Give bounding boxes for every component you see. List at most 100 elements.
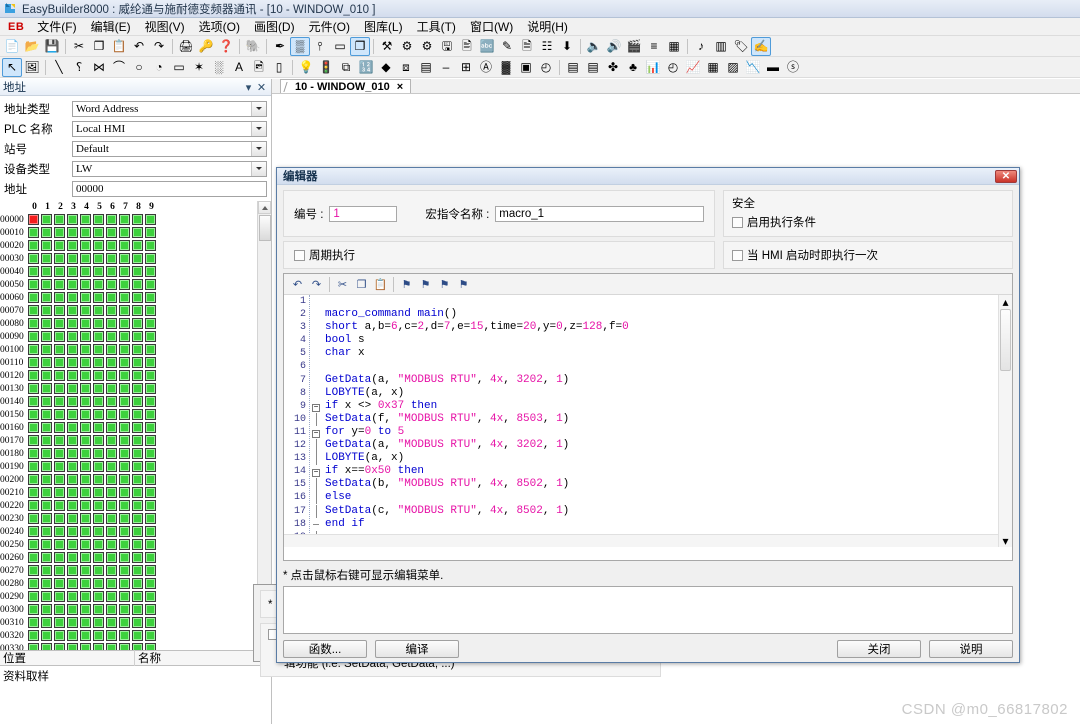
grid-cell[interactable]: [93, 305, 104, 316]
grid-cell[interactable]: [41, 331, 52, 342]
grid-cell[interactable]: [132, 214, 143, 225]
scrollbar-thumb[interactable]: [1000, 309, 1011, 371]
grid-cell[interactable]: [54, 643, 65, 650]
grid-cell[interactable]: [93, 370, 104, 381]
about-icon[interactable]: 🔑: [196, 37, 216, 56]
trend-display-icon[interactable]: 📈: [683, 58, 703, 77]
fold-marker[interactable]: [310, 504, 322, 518]
grid-cell[interactable]: [93, 318, 104, 329]
grid-cell[interactable]: [67, 266, 78, 277]
align-icon[interactable]: ⫯: [310, 37, 330, 56]
grid-cell[interactable]: [93, 253, 104, 264]
grid-cell[interactable]: [67, 604, 78, 615]
grid-cell[interactable]: [106, 578, 117, 589]
grid-cell[interactable]: [106, 591, 117, 602]
window-icon[interactable]: ▭: [330, 37, 350, 56]
grid-cell[interactable]: [132, 435, 143, 446]
grid-cell[interactable]: [67, 539, 78, 550]
grid-cell[interactable]: [67, 318, 78, 329]
func-icon[interactable]: ▣: [516, 58, 536, 77]
grid-cell[interactable]: [80, 474, 91, 485]
window-stack-icon[interactable]: ❐: [350, 36, 370, 56]
grid-cell[interactable]: [106, 357, 117, 368]
grid-cell[interactable]: [80, 500, 91, 511]
grid-cell[interactable]: [106, 422, 117, 433]
fold-marker[interactable]: [310, 321, 322, 334]
grid-cell[interactable]: [54, 253, 65, 264]
grid-cell[interactable]: [54, 331, 65, 342]
grid-cell[interactable]: [145, 513, 156, 524]
grid-cell[interactable]: [132, 604, 143, 615]
grid-cell[interactable]: [145, 370, 156, 381]
chevron-down-icon[interactable]: ▾: [242, 81, 255, 94]
grid-cell[interactable]: [106, 279, 117, 290]
alarm-bar-icon[interactable]: ▬: [763, 58, 783, 77]
grid-cell[interactable]: [132, 227, 143, 238]
grid-cell[interactable]: [106, 604, 117, 615]
edit-macro-icon[interactable]: ✎: [497, 37, 517, 56]
fold-marker[interactable]: [310, 491, 322, 505]
grid-icon[interactable]: ▦: [664, 37, 684, 56]
grid-cell[interactable]: [41, 383, 52, 394]
grid-cell[interactable]: [41, 604, 52, 615]
grid-cell[interactable]: [67, 487, 78, 498]
simulation-icon[interactable]: 🐘: [243, 37, 263, 56]
menu-item-tools[interactable]: 工具(T): [410, 16, 463, 37]
grid-cell[interactable]: [41, 474, 52, 485]
grid-cell[interactable]: [106, 240, 117, 251]
chevron-down-icon[interactable]: [251, 161, 266, 176]
grid-cell[interactable]: [80, 435, 91, 446]
grid-cell[interactable]: [41, 227, 52, 238]
grid-cell[interactable]: [106, 227, 117, 238]
grid-cell[interactable]: [28, 487, 39, 498]
bit-lamp-icon[interactable]: 💡: [296, 58, 316, 77]
hmi-startup-row[interactable]: 当 HMI 启动时即执行一次: [732, 247, 1004, 263]
menu-item-view[interactable]: 视图(V): [138, 16, 192, 37]
grid-cell[interactable]: [67, 591, 78, 602]
grid-cell[interactable]: [93, 513, 104, 524]
grid-cell[interactable]: [132, 279, 143, 290]
grid-cell[interactable]: [106, 305, 117, 316]
grid-cell[interactable]: [145, 357, 156, 368]
grid-cell[interactable]: [80, 318, 91, 329]
fold-marker[interactable]: [310, 478, 322, 492]
grid-cell[interactable]: [93, 292, 104, 303]
grid-cell[interactable]: [28, 500, 39, 511]
grid-cell[interactable]: [67, 461, 78, 472]
grid-cell[interactable]: [106, 552, 117, 563]
grid-cell[interactable]: [106, 461, 117, 472]
grid-cell[interactable]: [41, 305, 52, 316]
grid-cell[interactable]: [132, 500, 143, 511]
grid-cell[interactable]: [106, 565, 117, 576]
grid-cell[interactable]: [28, 461, 39, 472]
undo-icon[interactable]: ↶: [288, 275, 307, 293]
grid-cell[interactable]: [93, 240, 104, 251]
grid-cell[interactable]: [28, 292, 39, 303]
grid-cell[interactable]: [106, 292, 117, 303]
system-param-icon[interactable]: ⚙: [397, 37, 417, 56]
grid-cell[interactable]: [80, 279, 91, 290]
grid-cell[interactable]: [119, 383, 130, 394]
grid-cell[interactable]: [93, 383, 104, 394]
grid-cell[interactable]: [93, 552, 104, 563]
grid-cell[interactable]: [41, 214, 52, 225]
grid-cell[interactable]: [119, 474, 130, 485]
grid-cell[interactable]: [119, 448, 130, 459]
grid-cell[interactable]: [93, 331, 104, 342]
animation-icon[interactable]: ♣: [623, 58, 643, 77]
grid-cell[interactable]: [41, 370, 52, 381]
grid-cell[interactable]: [93, 422, 104, 433]
grid-cell[interactable]: [93, 487, 104, 498]
macro-editor-icon[interactable]: ✍: [751, 36, 771, 56]
grid-cell[interactable]: [145, 409, 156, 420]
grid-cell[interactable]: [132, 396, 143, 407]
grid-cell[interactable]: [28, 578, 39, 589]
grid-cell[interactable]: [145, 578, 156, 589]
grid-cell[interactable]: [93, 409, 104, 420]
ascii-display-icon[interactable]: ▤: [583, 58, 603, 77]
shape-icon[interactable]: ▯: [269, 58, 289, 77]
code-vertical-scrollbar[interactable]: ▴ ▾: [998, 295, 1012, 547]
grid-cell[interactable]: [132, 422, 143, 433]
object-list-col-name[interactable]: 名称: [135, 650, 161, 666]
grid-cell[interactable]: [54, 305, 65, 316]
